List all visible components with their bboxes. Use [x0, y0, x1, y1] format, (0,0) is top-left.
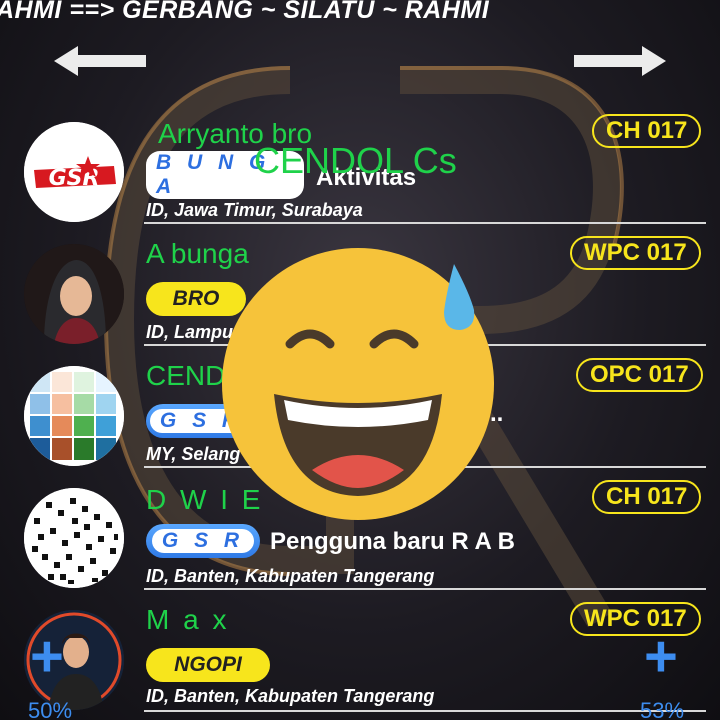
plus-icon[interactable]: + [30, 628, 64, 686]
user-tag[interactable]: NGOPI [146, 648, 270, 682]
avatar[interactable] [24, 244, 124, 344]
user-tag[interactable]: G S R [146, 524, 260, 558]
row-divider [144, 710, 706, 712]
user-name: CEND [146, 360, 226, 391]
color-grid-image [24, 366, 124, 466]
left-percent: 50% [28, 698, 73, 720]
right-percent: 53% [640, 698, 685, 720]
channel-badge: OPC 017 [576, 358, 703, 392]
profile-photo [24, 244, 124, 344]
row-divider [144, 588, 706, 590]
qr-pattern-image [24, 488, 124, 588]
avatar[interactable] [24, 488, 124, 588]
marquee-text: AHMI ==> GERBANG ~ SILATU ~ RAHMI [0, 0, 490, 24]
user-location: ID, Jawa Timur, Surabaya [146, 200, 363, 220]
user-activity: Pengguna baru R A B [270, 528, 515, 555]
arrow-right-icon[interactable] [572, 44, 668, 78]
arrow-left-icon[interactable] [52, 44, 148, 78]
user-name: M a x [146, 604, 230, 635]
user-location: ID, Banten, Kabupaten Tangerang [146, 566, 435, 586]
user-row[interactable]: M a x NGOPI ID, Banten, Kabupaten Tanger… [0, 602, 720, 720]
row-divider [144, 222, 706, 224]
avatar[interactable] [24, 366, 124, 466]
marquee-banner: AHMI ==> GERBANG ~ SILATU ~ RAHMI [0, 0, 720, 28]
channel-badge: CH 017 [592, 114, 702, 148]
grinning-sweat-emoji [222, 248, 494, 520]
channel-badge: CH 017 [592, 480, 702, 514]
overlay-text: CENDOL Cs [254, 140, 457, 181]
user-location: ID, Banten, Kabupaten Tangerang [146, 686, 435, 706]
plus-icon[interactable]: + [644, 628, 678, 686]
user-tag-label: G S R [151, 529, 255, 553]
user-tag-label: BRO [172, 287, 220, 310]
channel-badge: WPC 017 [570, 602, 701, 636]
avatar[interactable]: GSR [24, 122, 124, 222]
user-tag-label: NGOPI [174, 653, 242, 676]
channel-badge: WPC 017 [570, 236, 701, 270]
gsr-logo-icon: GSR [24, 122, 124, 222]
